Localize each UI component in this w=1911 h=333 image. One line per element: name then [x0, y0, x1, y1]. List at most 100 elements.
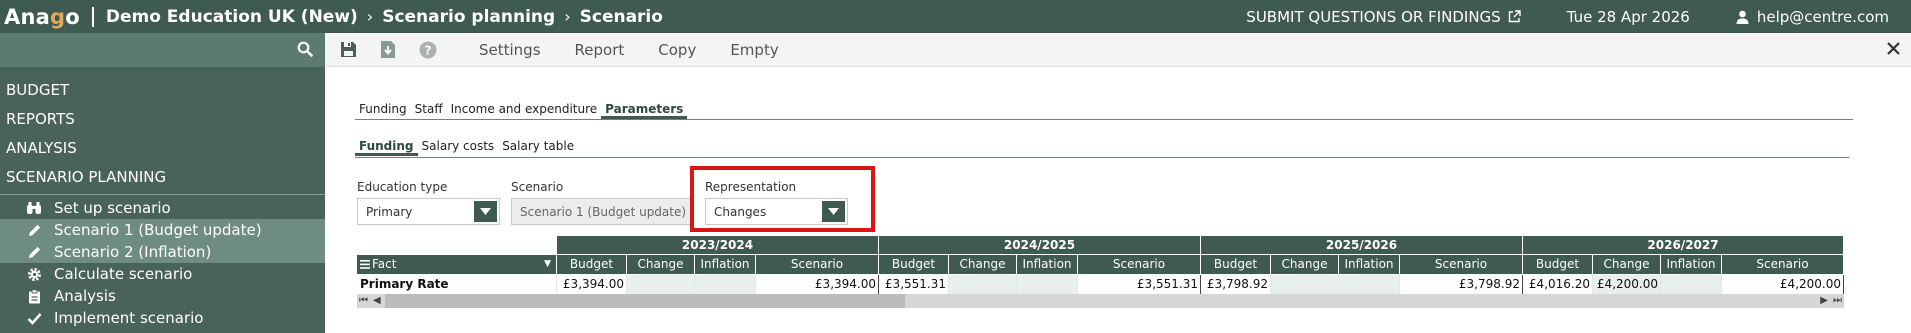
settings-link[interactable]: Settings [479, 41, 541, 59]
fact-header-label: Fact [372, 257, 397, 271]
subtab-salary-table[interactable]: Salary table [498, 136, 578, 156]
grid-cell: £3,551.31 [879, 275, 949, 294]
column-header-scenario: Scenario [1078, 255, 1201, 274]
sidebar-subitem-set-up-scenario[interactable]: Set up scenario [0, 197, 325, 219]
external-link-icon [1508, 10, 1521, 23]
education-type-label: Education type [357, 180, 448, 194]
column-header-budget: Budget [1523, 255, 1593, 274]
logo-divider [91, 6, 94, 27]
grid-cell [1017, 275, 1078, 294]
sidebar-search[interactable] [0, 33, 325, 67]
dropdown-arrow-icon[interactable] [474, 201, 497, 222]
scroll-right-icon[interactable]: ▶ [1820, 294, 1828, 308]
subtab-salary-costs[interactable]: Salary costs [418, 136, 499, 156]
subtab-funding[interactable]: Funding [355, 136, 418, 156]
help-icon[interactable]: ? [417, 39, 439, 61]
submit-questions-label: SUBMIT QUESTIONS OR FINDINGS [1246, 7, 1501, 26]
user-menu[interactable]: help@centre.com [1736, 8, 1889, 26]
tab-income-expenditure[interactable]: Income and expenditure [447, 99, 602, 119]
breadcrumb-page: Scenario [579, 6, 663, 27]
pencil-icon [26, 223, 42, 238]
grid-cell[interactable] [1271, 275, 1339, 294]
list-icon [360, 260, 370, 269]
column-header-inflation: Inflation % [1017, 255, 1078, 290]
grid-cell: £3,798.92 [1400, 275, 1523, 294]
current-date: Tue 28 Apr 2026 [1566, 7, 1690, 26]
primary-tabs: Funding Staff Income and expenditure Par… [355, 99, 688, 119]
column-header-change: Change [627, 255, 695, 274]
tab-funding[interactable]: Funding [355, 99, 411, 119]
sidebar: BUDGET REPORTS ANALYSIS SCENARIO PLANNIN… [0, 33, 325, 333]
close-icon[interactable] [1886, 41, 1901, 60]
column-header-change: Change [949, 255, 1017, 274]
grid-cell: £3,798.92 [1201, 275, 1271, 294]
grid-cell[interactable]: £4,200.00 [1593, 275, 1661, 294]
column-header-budget: Budget [1201, 255, 1271, 274]
year-header-2023-2024: 2023/2024 [557, 236, 879, 254]
fact-column-header[interactable]: Fact ▼ [357, 255, 557, 274]
grid-cell: £4,200.00 [1722, 275, 1844, 294]
download-icon[interactable] [377, 39, 399, 61]
horizontal-scrollbar[interactable]: ⏮ ◀ ▶ ⏭ [357, 294, 1844, 308]
sort-caret-icon[interactable]: ▼ [544, 255, 551, 274]
grid-cell [1661, 275, 1722, 294]
sidebar-subitem-implement-scenario[interactable]: Implement scenario [0, 307, 325, 329]
column-header-budget: Budget [557, 255, 627, 274]
row-fact-primary-rate: Primary Rate [357, 275, 557, 294]
scroll-last-icon[interactable]: ⏭ [1833, 294, 1842, 308]
logo[interactable]: Anago [0, 5, 80, 29]
grid-cell: £3,394.00 [756, 275, 879, 294]
copy-link[interactable]: Copy [658, 41, 696, 59]
breadcrumb-organisation[interactable]: Demo Education UK (New) [106, 7, 358, 27]
grid-cell[interactable] [627, 275, 695, 294]
clipboard-icon [26, 288, 42, 304]
report-link[interactable]: Report [575, 41, 625, 59]
toolbar: ? Settings Report Copy Empty [325, 33, 1911, 67]
scenario-label: Scenario [511, 180, 564, 194]
grid-cell [1339, 275, 1400, 294]
sidebar-item-reports[interactable]: REPORTS [0, 105, 325, 134]
sidebar-subitem-analysis[interactable]: Analysis [0, 285, 325, 307]
submit-questions-link[interactable]: SUBMIT QUESTIONS OR FINDINGS [1246, 7, 1521, 26]
grid-cell: £4,016.20 [1523, 275, 1593, 294]
save-icon[interactable] [337, 39, 359, 61]
grid-cell[interactable] [949, 275, 1017, 294]
column-header-inflation: Inflation % [1661, 255, 1722, 290]
column-header-scenario: Scenario [1400, 255, 1523, 274]
sidebar-subitem-label: Scenario 2 (Inflation) [54, 243, 212, 261]
sidebar-subitem-label: Implement scenario [54, 309, 204, 327]
breadcrumb-section[interactable]: Scenario planning [382, 7, 555, 27]
sidebar-item-scenario-planning[interactable]: SCENARIO PLANNING [0, 163, 325, 192]
search-icon[interactable] [297, 41, 313, 57]
sidebar-item-analysis[interactable]: ANALYSIS [0, 134, 325, 163]
scroll-first-icon[interactable]: ⏮ [359, 294, 368, 308]
sidebar-divider [0, 194, 325, 195]
column-header-scenario: Scenario [1722, 255, 1844, 274]
tab-staff[interactable]: Staff [411, 99, 447, 119]
sidebar-subitem-scenario-1[interactable]: Scenario 1 (Budget update) [0, 219, 325, 241]
tab-parameters[interactable]: Parameters [601, 99, 688, 119]
year-header-2024-2025: 2024/2025 [879, 236, 1201, 254]
empty-link[interactable]: Empty [730, 41, 778, 59]
sidebar-subitem-scenario-2[interactable]: Scenario 2 (Inflation) [0, 241, 325, 263]
sidebar-subitem-label: Set up scenario [54, 199, 171, 217]
sidebar-subitem-label: Analysis [54, 287, 116, 305]
user-email: help@centre.com [1756, 7, 1889, 26]
sidebar-item-budget[interactable]: BUDGET [0, 76, 325, 105]
education-type-select[interactable]: Primary [357, 198, 500, 225]
check-icon [26, 312, 42, 325]
gear-icon [26, 267, 42, 282]
scroll-left-icon[interactable]: ◀ [373, 294, 381, 308]
pencil-icon [26, 245, 42, 260]
column-header-inflation: Inflation % [695, 255, 756, 290]
sidebar-subitem-label: Calculate scenario [54, 265, 193, 283]
column-header-inflation: Inflation % [1339, 255, 1400, 290]
grid-cell [695, 275, 756, 294]
highlight-box [690, 166, 875, 232]
grid-cell: £3,551.31 [1078, 275, 1201, 294]
scrollbar-thumb[interactable] [385, 294, 905, 308]
column-header-change: Change [1593, 255, 1661, 274]
sidebar-subitem-calculate-scenario[interactable]: Calculate scenario [0, 263, 325, 285]
education-type-value: Primary [366, 204, 413, 219]
column-header-budget: Budget [879, 255, 949, 274]
